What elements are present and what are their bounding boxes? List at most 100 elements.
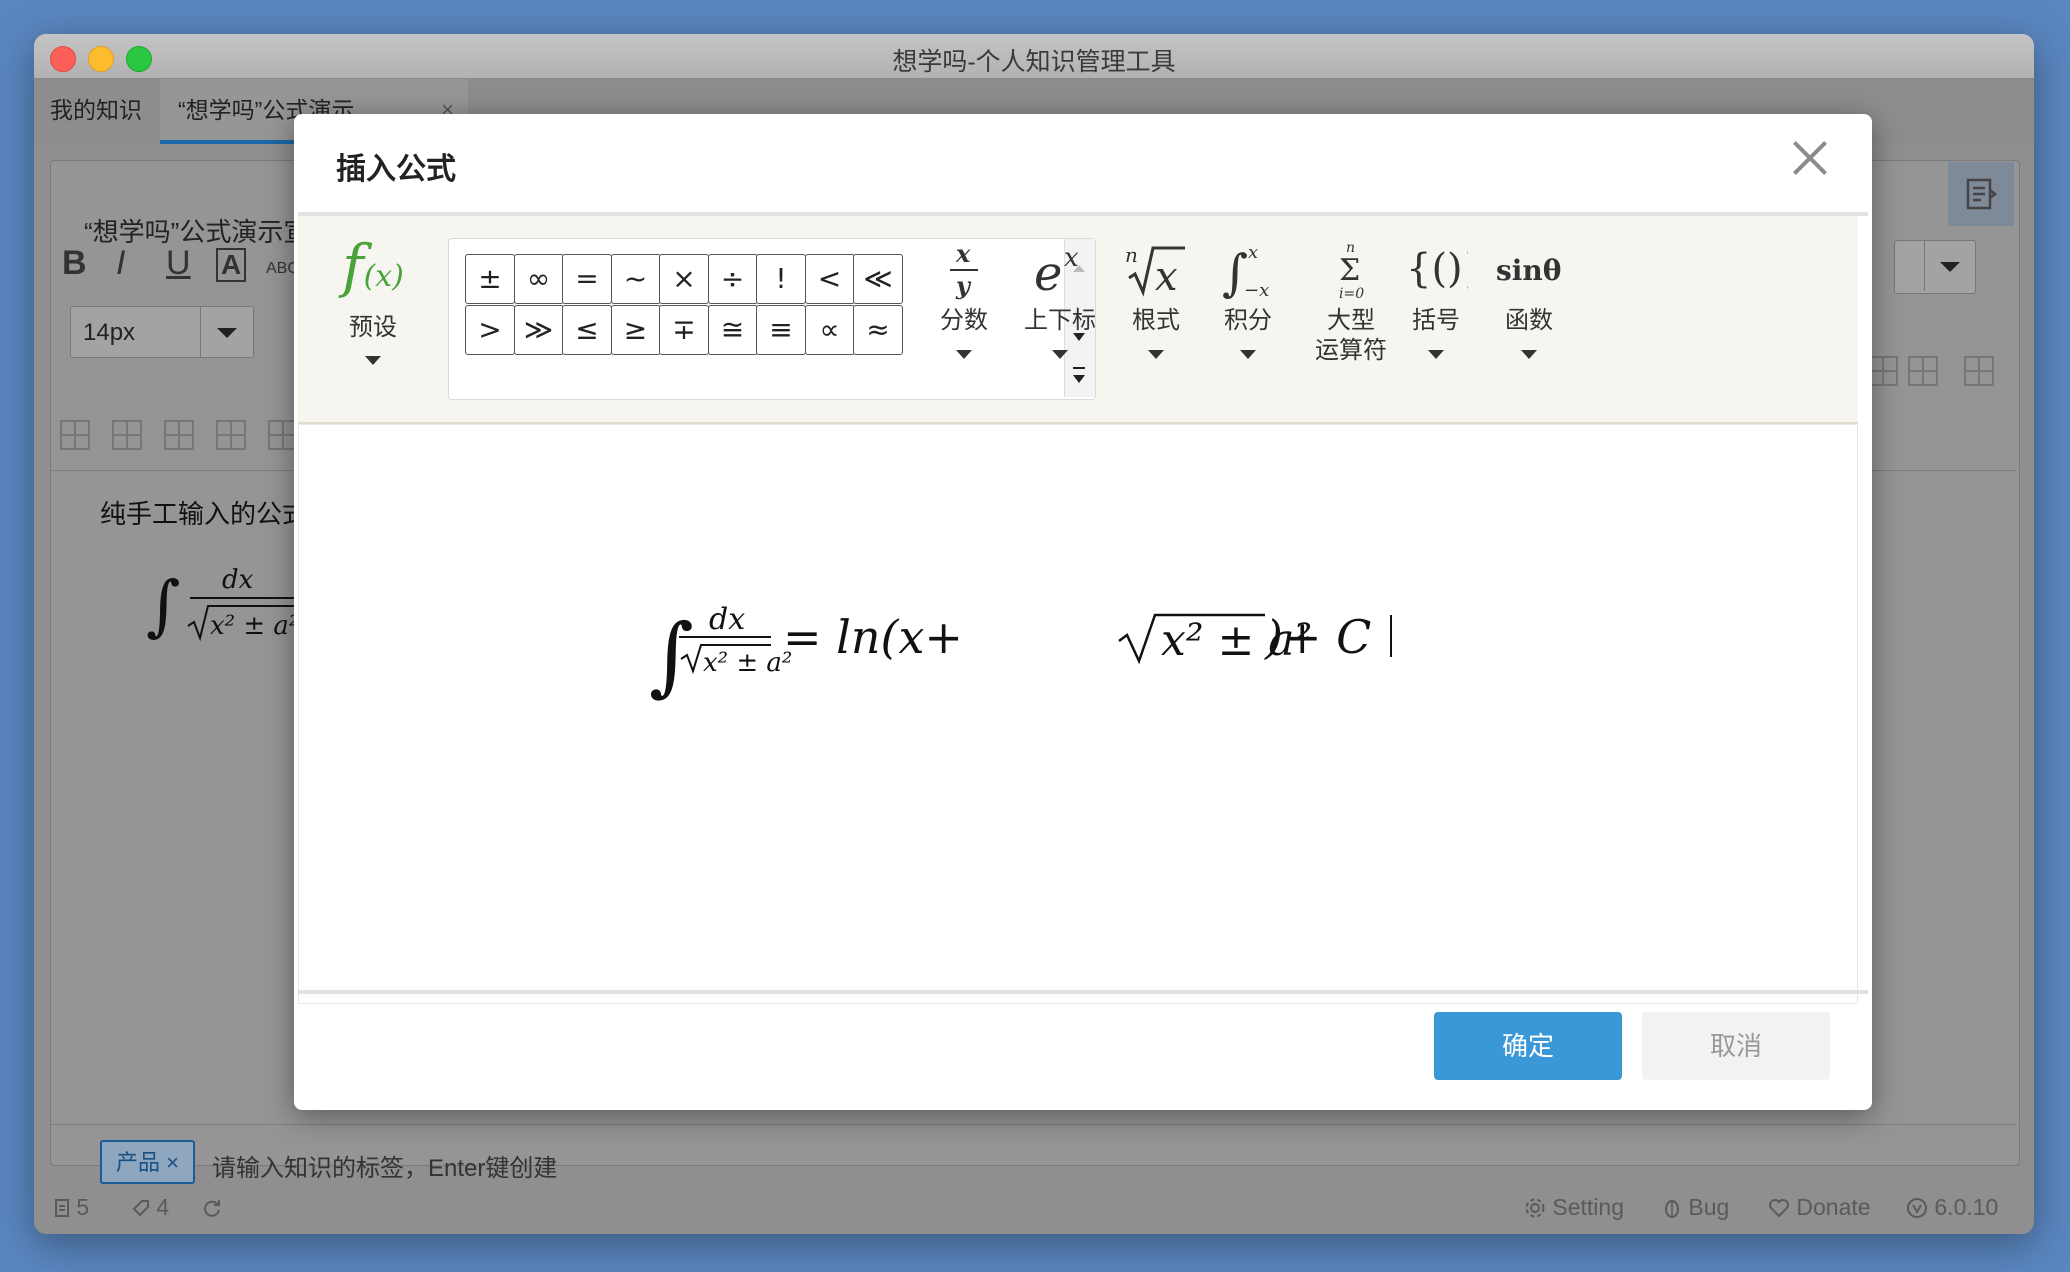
document-icon xyxy=(55,1199,69,1217)
bg-num: dx xyxy=(222,565,254,595)
chevron-down-icon xyxy=(1940,262,1960,272)
bug-link[interactable]: Bug xyxy=(1662,1194,1729,1221)
svg-text:{()}: {()} xyxy=(1406,246,1468,292)
content-paragraph[interactable]: 纯手工输入的公式 xyxy=(100,494,308,531)
radical-icon: nx xyxy=(1116,236,1196,302)
close-icon[interactable] xyxy=(1790,138,1830,178)
radical-label: 根式 xyxy=(1132,307,1180,334)
integral-label: 积分 xyxy=(1224,307,1272,334)
integral-icon: ∫ x −x xyxy=(1208,236,1288,302)
chevron-down-icon xyxy=(956,350,972,359)
function-preset-icon: f(x) xyxy=(342,232,404,300)
chevron-down-icon xyxy=(1148,350,1164,359)
symbol-button[interactable]: ! xyxy=(756,254,806,304)
symbol-button[interactable]: × xyxy=(659,254,709,304)
function-label: 函数 xyxy=(1505,307,1553,334)
integral-menu[interactable]: ∫ x −x 积分 xyxy=(1208,236,1288,359)
tab-my-knowledge[interactable]: 我的知识 xyxy=(50,79,142,144)
tag-chip[interactable]: 产品 × xyxy=(100,1140,195,1184)
bold-button[interactable]: B xyxy=(62,244,87,283)
formula-editor[interactable]: ∫ dx x² ± a² = ln(x+ x² ± a² )+ C xyxy=(298,424,1858,1004)
symbol-button[interactable]: ≫ xyxy=(513,305,564,355)
table-row-icon[interactable] xyxy=(164,420,194,450)
chevron-down-icon xyxy=(365,356,381,365)
donate-link[interactable]: Donate xyxy=(1768,1194,1871,1221)
chevron-down-icon xyxy=(217,328,237,338)
font-size-dropdown[interactable] xyxy=(200,307,253,357)
svg-text:x: x xyxy=(1064,243,1079,273)
symbol-button[interactable]: ≤ xyxy=(562,305,612,355)
symbol-button[interactable]: ≅ xyxy=(707,305,758,355)
symbol-button[interactable]: ≈ xyxy=(853,305,903,355)
sync-button[interactable] xyxy=(202,1194,222,1221)
formula-middle: = ln(x+ xyxy=(783,610,963,664)
superscript-icon: ex xyxy=(1010,236,1110,302)
bug-label: Bug xyxy=(1688,1194,1730,1220)
underline-button[interactable]: U xyxy=(166,244,191,283)
outline-button[interactable] xyxy=(1948,162,2014,226)
font-size-value: 14px xyxy=(83,319,136,346)
heart-icon xyxy=(1769,1199,1789,1218)
symbol-button[interactable]: ÷ xyxy=(707,254,758,304)
doc-count-value: 5 xyxy=(76,1194,90,1220)
large-operator-menu[interactable]: n Σi=0 大型 运算符 xyxy=(1296,236,1406,366)
symbol-button[interactable]: ∞ xyxy=(513,254,564,304)
tag-input[interactable]: 请输入知识的标签，Enter键创建 xyxy=(212,1148,557,1183)
chevron-down-icon xyxy=(1052,350,1068,359)
script-menu[interactable]: ex 上下标 xyxy=(1010,236,1110,359)
symbol-button[interactable]: ± xyxy=(465,254,515,304)
symbol-button[interactable]: > xyxy=(465,305,515,355)
symbol-button[interactable]: ≪ xyxy=(853,254,903,304)
svg-text:−x: −x xyxy=(1244,280,1269,300)
function-menu[interactable]: sinθ 函数 xyxy=(1484,236,1574,359)
table-insert-icon[interactable] xyxy=(112,420,142,450)
radical-menu[interactable]: nx 根式 xyxy=(1116,236,1196,359)
formula-tail: )+ C xyxy=(1264,610,1371,664)
table-row-remove-icon[interactable] xyxy=(1908,356,1938,386)
cancel-button[interactable]: 取消 xyxy=(1642,1012,1830,1080)
version-info: 6.0.10 xyxy=(1906,1194,1998,1221)
symbol-button[interactable]: ∝ xyxy=(804,305,855,355)
large-operator-label: 大型 运算符 xyxy=(1315,307,1387,364)
symbol-button[interactable]: ~ xyxy=(610,254,661,304)
outline-icon xyxy=(1966,178,1998,210)
svg-text:sinθ: sinθ xyxy=(1496,254,1561,287)
table-col-icon[interactable] xyxy=(216,420,246,450)
font-size-select[interactable]: 14px xyxy=(70,306,254,358)
denominator: x² ± a² xyxy=(703,648,792,678)
svg-text:e: e xyxy=(1034,246,1062,300)
scroll-end-icon[interactable] xyxy=(1073,375,1085,383)
numerator: dx xyxy=(709,602,745,637)
table-delete-icon[interactable] xyxy=(60,420,90,450)
fraction-icon: xy xyxy=(924,236,1004,302)
preset-label: 预设 xyxy=(349,314,397,341)
svg-text:x: x xyxy=(1155,254,1178,300)
style-dropdown[interactable] xyxy=(1924,241,1975,291)
symbol-button[interactable]: ≡ xyxy=(756,305,806,355)
sin-theta-icon: sinθ xyxy=(1484,236,1574,302)
preset-menu[interactable]: f(x) 预设 xyxy=(328,236,418,365)
symbol-button[interactable]: ∓ xyxy=(659,305,709,355)
bracket-label: 括号 xyxy=(1412,307,1460,334)
symbol-button[interactable]: ≥ xyxy=(610,305,661,355)
symbol-button[interactable]: = xyxy=(562,254,612,304)
confirm-button[interactable]: 确定 xyxy=(1434,1012,1622,1080)
italic-button[interactable]: I xyxy=(116,244,125,283)
scroll-end-bar xyxy=(1073,367,1085,369)
svg-text:i=0: i=0 xyxy=(1339,286,1364,300)
svg-text:x: x xyxy=(955,239,971,268)
bug-icon xyxy=(1665,1200,1679,1218)
symbol-button[interactable]: < xyxy=(804,254,855,304)
gear-icon xyxy=(1525,1198,1545,1218)
tag-count-value: 4 xyxy=(156,1194,170,1220)
style-select[interactable] xyxy=(1894,240,1976,294)
chevron-down-icon xyxy=(1521,350,1537,359)
setting-label: Setting xyxy=(1552,1194,1624,1220)
setting-link[interactable]: Setting xyxy=(1524,1194,1624,1221)
bracket-menu[interactable]: {()} 括号 xyxy=(1396,236,1476,359)
font-color-button[interactable]: A xyxy=(216,248,247,282)
chevron-down-icon xyxy=(1428,350,1444,359)
fraction-menu[interactable]: xy 分数 xyxy=(924,236,1004,359)
table-col-add-icon[interactable] xyxy=(1964,356,1994,386)
table-row-add-icon[interactable] xyxy=(1868,356,1898,386)
